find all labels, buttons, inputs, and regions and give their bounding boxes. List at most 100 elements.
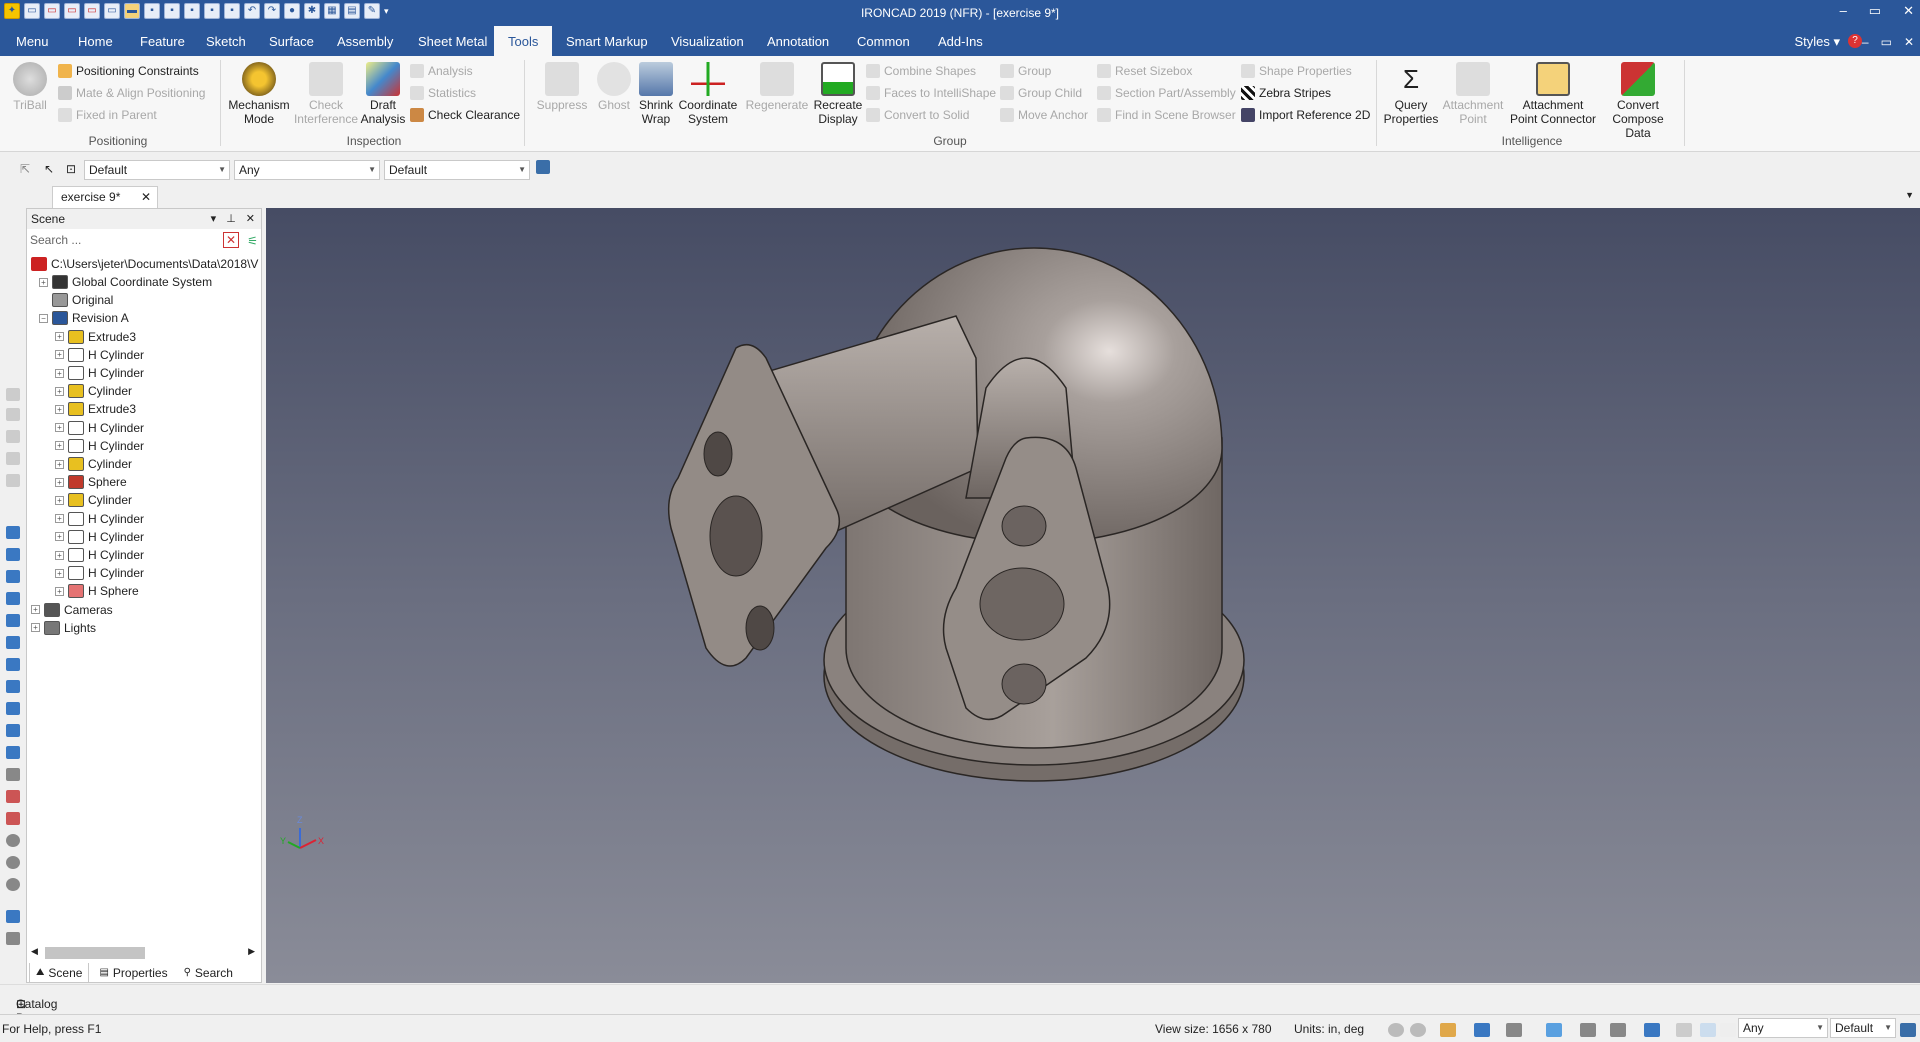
view-icon[interactable] — [6, 452, 20, 465]
select-tool-icon[interactable]: ⇱ — [20, 162, 30, 176]
analysis-button[interactable]: Analysis — [410, 63, 473, 79]
expand-icon[interactable]: + — [55, 532, 64, 542]
view-cube-icon[interactable] — [6, 570, 20, 583]
tree-node[interactable]: + Cylinder — [55, 491, 132, 509]
tree-node[interactable]: + H Cylinder — [55, 346, 144, 364]
tree-node[interactable]: + H Cylinder — [55, 437, 144, 455]
convert-compose-data-button[interactable]: Convert Compose Data — [1600, 62, 1676, 140]
tree-node[interactable]: + H Cylinder — [55, 364, 144, 382]
tab-overflow-icon[interactable]: ▼ — [1905, 190, 1914, 200]
zoom-icon[interactable] — [1388, 1023, 1404, 1037]
view-mode-icon[interactable] — [1474, 1023, 1490, 1037]
view-cube-icon[interactable] — [6, 724, 20, 737]
tab-home[interactable]: Home — [76, 26, 115, 56]
draft-analysis-button[interactable]: Draft Analysis — [358, 62, 408, 126]
collapse-icon[interactable]: − — [39, 313, 48, 323]
tab-menu[interactable]: Menu — [14, 26, 51, 56]
combine-shapes-button[interactable]: Combine Shapes — [866, 63, 976, 79]
status-style-dropdown[interactable]: Default ▼ — [1830, 1018, 1896, 1038]
view-cube-icon[interactable] — [6, 614, 20, 627]
positioning-constraints-button[interactable]: Positioning Constraints — [58, 63, 199, 79]
pin-icon[interactable]: ⊥ — [226, 209, 236, 229]
expand-icon[interactable]: + — [55, 568, 64, 578]
view-cube-icon[interactable] — [6, 680, 20, 693]
statistics-button[interactable]: Statistics — [410, 85, 476, 101]
expand-icon[interactable]: + — [55, 350, 64, 360]
close-button[interactable]: ✕ — [1903, 3, 1914, 19]
tool-icon[interactable] — [6, 932, 20, 945]
zoom-window-icon[interactable] — [1410, 1023, 1426, 1037]
grid-icon[interactable] — [1610, 1023, 1626, 1037]
tab-sheet-metal[interactable]: Sheet Metal — [416, 26, 489, 56]
view-icon[interactable] — [6, 474, 20, 487]
restore-button[interactable]: ▭ — [1869, 3, 1881, 19]
catalog-browser-bar[interactable]: ⊞ Catalog Browser — [0, 984, 1920, 1025]
tree-node[interactable]: + H Cylinder — [55, 528, 144, 546]
check-interference-button[interactable]: Check Interference — [292, 62, 360, 126]
expand-icon[interactable]: + — [31, 605, 40, 615]
tree-node[interactable]: + H Sphere — [55, 582, 139, 600]
filter-tool-icon[interactable]: ⊡ — [66, 162, 76, 176]
expand-icon[interactable]: + — [55, 495, 64, 505]
close-icon[interactable]: ✕ — [141, 187, 151, 207]
tab-feature[interactable]: Feature — [138, 26, 187, 56]
import-reference-2d-button[interactable]: Import Reference 2D — [1241, 107, 1370, 123]
tree-node[interactable]: + H Cylinder — [55, 564, 144, 582]
tree-node[interactable]: + H Cylinder — [55, 510, 144, 528]
pan-icon[interactable] — [6, 878, 20, 891]
expand-icon[interactable]: + — [55, 441, 64, 451]
tree-node[interactable]: + Cameras — [31, 601, 113, 619]
tab-tools[interactable]: Tools — [494, 26, 553, 56]
tree-node[interactable]: − Revision A — [39, 309, 129, 327]
panel-menu-icon[interactable]: ▾ — [211, 209, 217, 229]
shrink-wrap-button[interactable]: Shrink Wrap — [634, 62, 678, 126]
view-cube-icon[interactable] — [6, 636, 20, 649]
shape-properties-button[interactable]: Shape Properties — [1241, 63, 1352, 79]
view-cube-icon[interactable] — [6, 592, 20, 605]
view-cube-icon[interactable] — [6, 526, 20, 539]
section-part-button[interactable]: Section Part/Assembly — [1097, 85, 1236, 101]
tab-visualization[interactable]: Visualization — [669, 26, 746, 56]
clear-search-icon[interactable]: ✕ — [223, 232, 239, 248]
view-cube-icon[interactable] — [6, 548, 20, 561]
tree-root[interactable]: C:\Users\jeter\Documents\Data\2018\V — [31, 255, 258, 273]
attachment-point-button[interactable]: Attachment Point — [1440, 62, 1506, 126]
tree-node[interactable]: + H Cylinder — [55, 419, 144, 437]
scene-search-box[interactable]: Search ... ✕ ⚟ — [27, 231, 261, 249]
attachment-point-connector-button[interactable]: Attachment Point Connector — [1506, 62, 1600, 126]
expand-icon[interactable]: + — [55, 477, 64, 487]
status-filter-dropdown[interactable]: Any ▼ — [1738, 1018, 1828, 1038]
tree-node[interactable]: + Extrude3 — [55, 400, 136, 418]
fixed-in-parent-button[interactable]: Fixed in Parent — [58, 107, 157, 123]
layer-icon[interactable] — [1644, 1023, 1660, 1037]
expand-icon[interactable]: + — [55, 423, 64, 433]
view-icon[interactable] — [6, 388, 20, 401]
view-icon[interactable] — [6, 430, 20, 443]
tab-properties[interactable]: ▤ Properties — [93, 963, 173, 983]
tree-node[interactable]: + Sphere — [55, 473, 127, 491]
faces-to-intellishape-button[interactable]: Faces to IntelliShape — [866, 85, 996, 101]
light-icon[interactable] — [1676, 1023, 1692, 1037]
pick-tool-icon[interactable]: ↖ — [44, 162, 54, 176]
tab-surface[interactable]: Surface — [267, 26, 316, 56]
selection-style-dropdown[interactable]: Default ▼ — [384, 160, 530, 180]
highlight-icon[interactable] — [1546, 1023, 1562, 1037]
camera-icon[interactable] — [6, 790, 20, 803]
scroll-left-icon[interactable]: ◀ — [31, 946, 38, 957]
document-tab[interactable]: exercise 9* ✕ — [52, 186, 158, 208]
expand-icon[interactable]: + — [31, 623, 40, 633]
expand-icon[interactable]: + — [55, 459, 64, 469]
find-in-scene-button[interactable]: Find in Scene Browser — [1097, 107, 1236, 123]
group-child-button[interactable]: Group Child — [1000, 85, 1082, 101]
view-icon[interactable] — [6, 408, 20, 421]
tab-sketch[interactable]: Sketch — [204, 26, 248, 56]
select-filter-icon[interactable] — [1720, 1023, 1736, 1037]
tree-node[interactable]: + Global Coordinate System — [39, 273, 212, 291]
query-properties-button[interactable]: Σ Query Properties — [1380, 62, 1442, 126]
tab-scene[interactable]: ⛰ Scene — [29, 963, 90, 983]
check-clearance-button[interactable]: Check Clearance — [410, 107, 520, 123]
group-button[interactable]: Group — [1000, 63, 1051, 79]
tab-assembly[interactable]: Assembly — [335, 26, 395, 56]
orbit-icon[interactable] — [6, 856, 20, 869]
view-cube-icon[interactable] — [6, 702, 20, 715]
